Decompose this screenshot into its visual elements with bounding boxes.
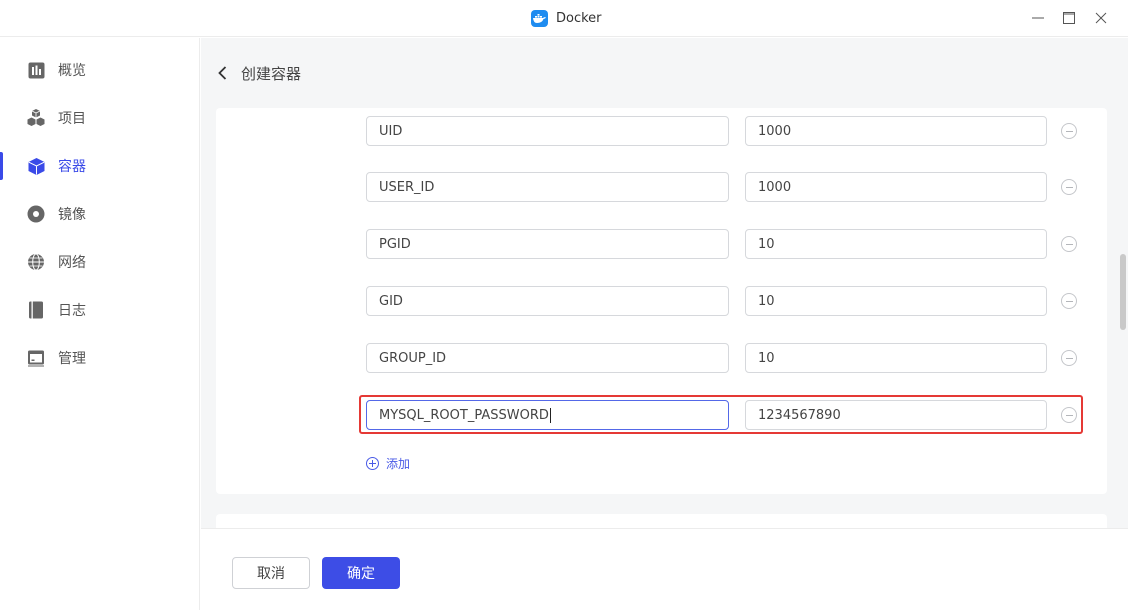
disc-icon (26, 204, 46, 224)
book-icon (26, 300, 46, 320)
sidebar-item-network[interactable]: 网络 (0, 244, 199, 280)
sidebar-item-overview[interactable]: 概览 (0, 52, 199, 88)
env-key-input[interactable]: UID (366, 116, 729, 146)
sidebar-item-label: 管理 (58, 351, 86, 367)
sidebar-item-logs[interactable]: 日志 (0, 292, 199, 328)
env-value-text: 10 (758, 236, 775, 252)
env-key-text: PGID (379, 236, 411, 252)
scrollbar-thumb[interactable] (1120, 254, 1126, 330)
remove-row-button[interactable] (1061, 407, 1077, 423)
env-value-text: 1234567890 (758, 407, 841, 423)
main-content: 创建容器 UID 1000 USER_ID 1000 PGID 10 GID 1… (201, 38, 1128, 610)
sidebar-item-label: 项目 (58, 111, 86, 127)
chart-icon (26, 60, 46, 80)
sidebar-item-label: 网络 (58, 255, 86, 271)
confirm-button[interactable]: 确定 (322, 557, 400, 589)
env-key-text: GROUP_ID (379, 350, 447, 366)
close-button[interactable] (1091, 8, 1111, 28)
text-caret (549, 407, 551, 423)
sidebar-item-projects[interactable]: 项目 (0, 100, 199, 136)
window-title: Docker (556, 10, 602, 26)
minus-icon (1065, 300, 1073, 302)
maximize-button[interactable] (1059, 8, 1079, 28)
remove-row-button[interactable] (1061, 179, 1077, 195)
env-value-input[interactable]: 1000 (745, 116, 1047, 146)
sidebar-item-label: 镜像 (58, 207, 86, 223)
env-row: MYSQL_ROOT_PASSWORD 1234567890 (366, 400, 1086, 430)
env-row: PGID 10 (366, 229, 1086, 259)
page-title: 创建容器 (241, 64, 302, 83)
sidebar-item-images[interactable]: 镜像 (0, 196, 199, 232)
add-env-button[interactable]: 添加 (366, 455, 410, 472)
minus-icon (1065, 186, 1073, 188)
cancel-button[interactable]: 取消 (232, 557, 310, 589)
env-key-text: MYSQL_ROOT_PASSWORD (379, 407, 549, 423)
env-key-text: GID (379, 293, 403, 309)
env-key-text: USER_ID (379, 179, 435, 195)
env-value-text: 10 (758, 293, 775, 309)
env-key-input[interactable]: MYSQL_ROOT_PASSWORD (366, 400, 729, 430)
env-key-input[interactable]: GROUP_ID (366, 343, 729, 373)
minus-icon (1065, 130, 1073, 132)
env-key-input[interactable]: GID (366, 286, 729, 316)
env-value-input[interactable]: 1000 (745, 172, 1047, 202)
cube-icon (26, 156, 46, 176)
footer-bar: 取消 确定 (201, 528, 1128, 610)
remove-row-button[interactable] (1061, 350, 1077, 366)
minus-icon (1065, 243, 1073, 245)
env-key-text: UID (379, 123, 403, 139)
sidebar-item-containers[interactable]: 容器 (0, 148, 199, 184)
docker-icon (531, 9, 548, 27)
sidebar-item-label: 概览 (58, 63, 86, 79)
remove-row-button[interactable] (1061, 236, 1077, 252)
minimize-icon (1032, 17, 1044, 19)
env-row: GID 10 (366, 286, 1086, 316)
sidebar-item-manage[interactable]: 管理 (0, 340, 199, 376)
monitor-icon (26, 348, 46, 368)
env-value-input[interactable]: 1234567890 (745, 400, 1047, 430)
minus-icon (1065, 414, 1073, 416)
sidebar-item-label: 容器 (58, 159, 86, 175)
sidebar: 概览 项目 容器 镜像 网络 日志 管理 (0, 38, 200, 610)
plus-circle-icon (366, 457, 379, 470)
env-row: UID 1000 (366, 116, 1086, 146)
minimize-button[interactable] (1028, 8, 1048, 28)
globe-icon (26, 252, 46, 272)
env-value-input[interactable]: 10 (745, 286, 1047, 316)
env-value-text: 1000 (758, 179, 792, 195)
env-key-input[interactable]: USER_ID (366, 172, 729, 202)
remove-row-button[interactable] (1061, 293, 1077, 309)
cubes-icon (26, 108, 46, 128)
env-vars-card: UID 1000 USER_ID 1000 PGID 10 GID 10 GRO… (216, 108, 1107, 494)
add-env-label: 添加 (386, 457, 411, 471)
close-icon (1095, 12, 1107, 24)
env-value-input[interactable]: 10 (745, 229, 1047, 259)
title-bar: Docker (0, 0, 1128, 37)
chevron-left-icon (217, 66, 226, 80)
env-row: GROUP_ID 10 (366, 343, 1086, 373)
app-title: Docker (531, 9, 602, 27)
env-value-text: 10 (758, 350, 775, 366)
maximize-icon (1063, 12, 1075, 24)
env-value-text: 1000 (758, 123, 792, 139)
minus-icon (1065, 357, 1073, 359)
env-key-input[interactable]: PGID (366, 229, 729, 259)
env-value-input[interactable]: 10 (745, 343, 1047, 373)
remove-row-button[interactable] (1061, 123, 1077, 139)
back-button[interactable] (215, 66, 229, 80)
page-header: 创建容器 (201, 38, 1128, 108)
sidebar-item-label: 日志 (58, 303, 86, 319)
env-row: USER_ID 1000 (366, 172, 1086, 202)
